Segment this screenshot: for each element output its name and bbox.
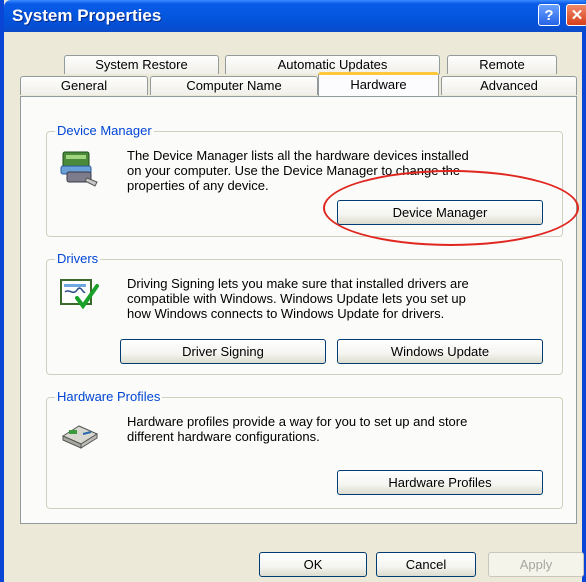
windows-update-button[interactable]: Windows Update bbox=[337, 339, 543, 364]
tab-remote[interactable]: Remote bbox=[447, 55, 557, 74]
cancel-button[interactable]: Cancel bbox=[376, 552, 476, 577]
device-manager-description: The Device Manager lists all the hardwar… bbox=[127, 148, 469, 193]
driver-signing-button[interactable]: Driver Signing bbox=[120, 339, 326, 364]
device-manager-group-label: Device Manager bbox=[55, 123, 154, 138]
hardware-profiles-description: Hardware profiles provide a way for you … bbox=[127, 414, 468, 444]
close-icon[interactable]: ✕ bbox=[566, 4, 586, 26]
device-manager-group: Device Manager The Device Manager lists … bbox=[46, 123, 563, 237]
title-bar[interactable]: System Properties ? ✕ bbox=[4, 0, 586, 32]
device-manager-icon bbox=[59, 148, 101, 193]
hardware-tab-panel: Device Manager The Device Manager lists … bbox=[20, 96, 579, 524]
drivers-group-label: Drivers bbox=[55, 251, 101, 266]
tab-system-restore[interactable]: System Restore bbox=[64, 55, 219, 74]
device-manager-button[interactable]: Device Manager bbox=[337, 200, 543, 225]
tab-general[interactable]: General bbox=[20, 76, 148, 95]
tab-computer-name[interactable]: Computer Name bbox=[150, 76, 318, 95]
driver-signing-icon bbox=[59, 276, 101, 317]
apply-button[interactable]: Apply bbox=[488, 552, 584, 577]
tab-advanced[interactable]: Advanced bbox=[441, 76, 577, 95]
hardware-profiles-group-label: Hardware Profiles bbox=[55, 389, 163, 404]
hardware-profiles-icon bbox=[59, 416, 101, 455]
system-properties-window: System Properties ? ✕ System Restore Aut… bbox=[0, 0, 586, 582]
drivers-description: Driving Signing lets you make sure that … bbox=[127, 276, 469, 321]
window-title: System Properties bbox=[12, 6, 162, 25]
drivers-group: Drivers Driving Signing lets you make su… bbox=[46, 251, 563, 375]
hardware-profiles-button[interactable]: Hardware Profiles bbox=[337, 470, 543, 495]
help-icon[interactable]: ? bbox=[538, 4, 560, 26]
ok-button[interactable]: OK bbox=[259, 552, 367, 577]
hardware-profiles-group: Hardware Profiles Hardware profiles prov… bbox=[46, 389, 563, 509]
tab-hardware[interactable]: Hardware bbox=[318, 72, 439, 96]
